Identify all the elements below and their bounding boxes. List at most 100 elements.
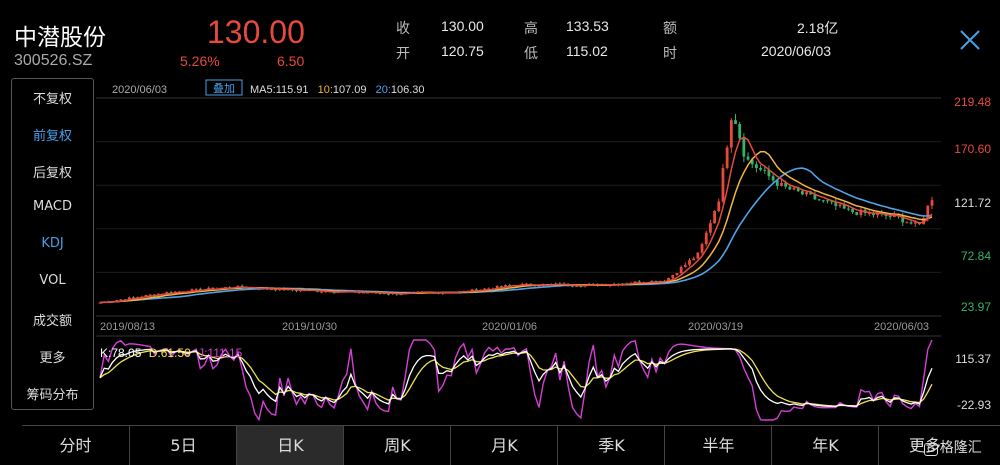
candle-body [688, 260, 691, 265]
chart-date: 2020/06/03 [112, 84, 167, 96]
candle-body [742, 138, 746, 157]
candle-body [759, 168, 762, 170]
candle-body [905, 222, 909, 224]
sidebar-item-turnover[interactable]: 成交额 [12, 310, 93, 329]
candle-body [855, 212, 859, 215]
stock-code: 300526.SZ [14, 52, 93, 69]
ma20-label: 20: [376, 84, 391, 96]
sidebar-item-forward-adjust[interactable]: 前复权 [12, 125, 93, 144]
ma20-line [99, 167, 933, 304]
ma5-line [99, 136, 933, 304]
candle-body [499, 285, 503, 287]
price-tick-label: 121.72 [954, 196, 991, 210]
candle-body [683, 264, 687, 267]
high-value: 133.53 [566, 18, 609, 34]
candle-body [763, 169, 767, 171]
candle-body [734, 120, 737, 125]
candle-body [821, 200, 825, 202]
price-grid [96, 141, 941, 273]
candle-body [709, 223, 712, 233]
candle-body [805, 192, 808, 195]
sidebar-item-vol[interactable]: VOL [12, 273, 93, 288]
kdj-d-value: D:61.50 [149, 346, 191, 360]
date-tick-label: 2019/10/30 [282, 321, 337, 333]
period-tabs: 分时 5日 日K 周K 月K 季K 半年 年K 更多 [22, 425, 1000, 465]
amount-label: 额 [663, 21, 677, 37]
candles-layer [98, 113, 934, 304]
ma10-label: 10: [318, 84, 333, 96]
current-price: 130.00 [207, 14, 305, 50]
sidebar-item-no-adjust[interactable]: 不复权 [12, 88, 93, 107]
high-label: 高 [524, 21, 538, 37]
kdj-k-value: K:78.05 [100, 346, 142, 360]
candle-body [792, 187, 796, 190]
overlay-button-label[interactable]: 叠加 [213, 82, 235, 95]
low-label: 低 [524, 46, 538, 62]
sidebar-item-more[interactable]: 更多 [12, 347, 93, 366]
tab-quarterly-k[interactable]: 季K [557, 426, 665, 465]
ma-legend: MA5:115.91 10:107.09 20:106.30 [250, 84, 425, 96]
candle-body [888, 216, 892, 218]
candle-body [700, 244, 704, 253]
candle-body [746, 156, 750, 160]
tab-half-year[interactable]: 半年 [664, 426, 772, 465]
close-button[interactable] [958, 28, 982, 52]
tab-5day[interactable]: 5日 [129, 426, 237, 465]
sidebar-item-chip-distribution[interactable]: 筹码分布 [12, 384, 93, 403]
sidebar-item-kdj[interactable]: KDJ [12, 236, 93, 251]
candle-body [788, 186, 792, 190]
close-value: 130.00 [441, 18, 484, 34]
candle-body [826, 200, 829, 202]
candle-body [846, 208, 850, 210]
candle-body [738, 124, 742, 139]
candle-body [930, 200, 934, 206]
stock-name: 中潜股份 [14, 25, 106, 51]
brand-name: 格隆汇 [939, 440, 982, 456]
kdj-tick-label: -22.93 [957, 398, 991, 412]
ma10-value: 107.09 [333, 84, 367, 96]
price-tick-label: 23.97 [961, 300, 991, 314]
kline-chart[interactable]: 2020/06/03 叠加 MA5:115.91 10:107.09 20:10… [96, 78, 1000, 424]
candle-body [671, 274, 675, 279]
candle-body [851, 208, 854, 213]
candle-body [320, 291, 323, 293]
candle-body [838, 204, 842, 207]
ma5-value: 115.91 [276, 84, 309, 96]
candle-body [717, 201, 721, 212]
ma20-value: 106.30 [391, 84, 425, 96]
candle-body [725, 147, 729, 169]
candle-body [729, 120, 733, 148]
candle-body [800, 191, 804, 195]
candle-body [721, 168, 725, 202]
price-tick-label: 219.48 [954, 95, 991, 109]
open-label: 开 [396, 46, 410, 62]
candle-body [675, 273, 679, 275]
tab-daily-k[interactable]: 日K [236, 426, 344, 465]
brand-logo: G 格隆汇 [924, 437, 982, 457]
date-tick-label: 2020/01/06 [482, 321, 537, 333]
candle-body [692, 258, 696, 261]
time-value: 2020/06/03 [761, 43, 832, 59]
kdj-tick-label: 115.37 [955, 352, 991, 366]
kdj-legend: K:78.05 D:61.50 J:111.15 [100, 346, 243, 360]
candle-body [909, 222, 913, 224]
time-label: 时 [663, 46, 677, 62]
tab-intraday[interactable]: 分时 [22, 426, 129, 465]
brand-g-icon: G [924, 443, 938, 456]
candle-body [704, 232, 708, 245]
percent-change: 5.26% [180, 53, 220, 69]
open-value: 120.75 [441, 43, 484, 59]
ma5-label: MA5: [250, 84, 276, 96]
price-tick-label: 170.60 [954, 142, 991, 156]
sidebar-item-macd[interactable]: MACD [12, 199, 93, 214]
tab-monthly-k[interactable]: 月K [450, 426, 558, 465]
tab-weekly-k[interactable]: 周K [343, 426, 451, 465]
kdj-j-value: J:111.15 [198, 346, 243, 360]
date-tick-label: 2019/08/13 [100, 321, 155, 333]
close-icon [960, 30, 980, 50]
indicator-sidebar: 不复权 前复权 后复权 MACD KDJ VOL 成交额 更多 筹码分布 [11, 78, 94, 410]
candle-body [780, 182, 783, 186]
tab-yearly-k[interactable]: 年K [771, 426, 879, 465]
sidebar-item-backward-adjust[interactable]: 后复权 [12, 162, 93, 181]
date-tick-label: 2020/03/19 [688, 321, 743, 333]
